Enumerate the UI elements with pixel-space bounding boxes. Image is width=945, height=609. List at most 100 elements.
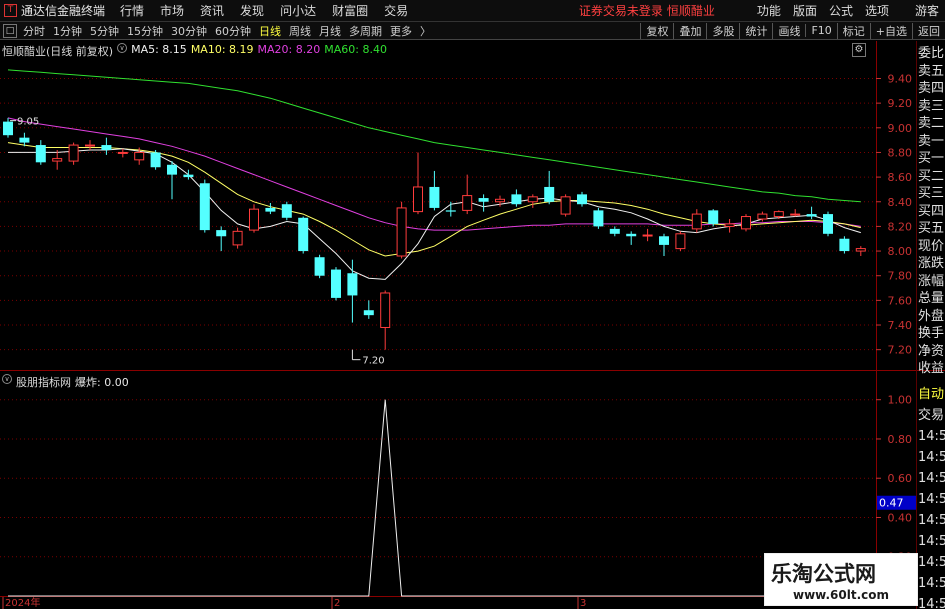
candle-body-down bbox=[609, 228, 620, 234]
high-price-label: 9.05 bbox=[17, 117, 39, 128]
quote-label-earnings: 收益 bbox=[918, 361, 945, 376]
candle-body-up bbox=[675, 233, 686, 250]
tab-15min[interactable]: 15分钟 bbox=[123, 23, 167, 39]
tab-intraday[interactable]: 分时 bbox=[19, 23, 49, 39]
tool-mark[interactable]: 标记 bbox=[836, 22, 870, 39]
candle-body-up bbox=[134, 151, 145, 161]
candle-body-down bbox=[199, 183, 210, 231]
quote-label-sell3: 卖三 bbox=[918, 98, 945, 114]
tool-statistics[interactable]: 统计 bbox=[739, 22, 772, 39]
menu-options[interactable]: 选项 bbox=[859, 2, 895, 19]
menu-functions[interactable]: 功能 bbox=[751, 2, 787, 19]
candle-body-up bbox=[413, 186, 423, 213]
candle-body-down bbox=[544, 186, 555, 202]
tool-f10[interactable]: F10 bbox=[805, 24, 836, 37]
legend-ma10: MA10: 8.19 bbox=[190, 43, 254, 56]
legend-ma60: MA60: 8.40 bbox=[324, 43, 387, 56]
date-axis-label: 3 bbox=[580, 598, 586, 609]
candle-body-down bbox=[150, 152, 161, 168]
candle-body-up bbox=[560, 196, 571, 215]
period-tab-bar: □ 分时 1分钟 5分钟 15分钟 30分钟 60分钟 日线 周线 月线 多周期… bbox=[0, 22, 945, 40]
tab-multi-period[interactable]: 多周期 bbox=[345, 23, 386, 39]
menu-market[interactable]: 市场 bbox=[152, 2, 192, 19]
tool-multi-stock[interactable]: 多股 bbox=[706, 22, 739, 39]
price-axis-label: 7.40 bbox=[888, 319, 913, 332]
panel-toggle-button[interactable]: □ bbox=[3, 23, 17, 38]
tab-monthly[interactable]: 月线 bbox=[315, 23, 345, 39]
quote-label-sell2: 卖二 bbox=[918, 116, 945, 131]
candle-body-up bbox=[52, 158, 63, 162]
candle-body-up bbox=[396, 207, 407, 257]
candle-body-down bbox=[101, 145, 112, 150]
indicator-axis-label: 0.60 bbox=[888, 472, 913, 485]
guest-user[interactable]: 游客 bbox=[895, 2, 945, 19]
quote-label-turnover: 换手 bbox=[918, 326, 945, 341]
indicator-cursor-value: 0.47 bbox=[879, 497, 904, 510]
tab-60min[interactable]: 60分钟 bbox=[211, 23, 255, 39]
quote-label-buy1: 买一 bbox=[918, 151, 945, 166]
candle-body-down bbox=[511, 194, 522, 205]
quote-label-buy3: 买三 bbox=[918, 186, 945, 201]
low-price-label: 7.20 bbox=[362, 356, 384, 367]
menu-quotes[interactable]: 行情 bbox=[112, 2, 152, 19]
price-axis-label: 7.80 bbox=[888, 270, 913, 283]
menu-ask[interactable]: 问小达 bbox=[272, 2, 324, 19]
date-axis-label: 2 bbox=[334, 598, 340, 609]
current-stock-name: 恒顺醋业 bbox=[666, 4, 715, 18]
candle-body-down bbox=[478, 198, 489, 202]
candle-body-down bbox=[298, 217, 309, 252]
menu-news[interactable]: 资讯 bbox=[192, 2, 232, 19]
app-logo: T 通达信金融终端 bbox=[0, 2, 112, 19]
tool-back[interactable]: 返回 bbox=[912, 22, 945, 39]
trade-time: 14:56 bbox=[918, 513, 945, 528]
menu-wealth[interactable]: 财富圈 bbox=[324, 2, 376, 19]
candle-body-up bbox=[790, 213, 801, 216]
menu-formula[interactable]: 公式 bbox=[823, 2, 859, 19]
candle-body-down bbox=[708, 210, 719, 224]
candle-body-down bbox=[823, 214, 833, 234]
menu-layout[interactable]: 版面 bbox=[787, 2, 823, 19]
tool-overlay[interactable]: 叠加 bbox=[673, 22, 706, 39]
candle-body-up bbox=[855, 248, 866, 252]
indicator-legend-value: 爆炸: 0.00 bbox=[75, 376, 129, 389]
candle-body-down bbox=[445, 210, 456, 212]
candle-body-up bbox=[691, 213, 702, 230]
trade-label: 交易 bbox=[918, 408, 945, 423]
watermark-title: 乐淘公式网 bbox=[771, 562, 876, 586]
indicator-legend-toggle-icon[interactable]: ∨ bbox=[2, 374, 12, 384]
menu-discover[interactable]: 发现 bbox=[232, 2, 272, 19]
menu-trade[interactable]: 交易 bbox=[376, 2, 416, 19]
legend-ma20: MA20: 8.20 bbox=[257, 43, 321, 56]
trade-panel: 自动 交易 14:56 14:56 14:56 14:56 14:56 14:5… bbox=[918, 384, 945, 609]
quote-label-buy2: 买二 bbox=[918, 168, 945, 184]
indicator-legend-title: 股朋指标网 bbox=[16, 376, 71, 389]
kline-chart[interactable]: 9.05 7.20 9.40 9.20 9.00 8.80 8.60 8.40 8.20 8.0… bbox=[0, 41, 945, 609]
settings-gear-icon[interactable]: ⚙ bbox=[852, 43, 866, 57]
trade-time: 14:56 bbox=[918, 492, 945, 507]
legend-ma5: MA5: 8.15 bbox=[131, 43, 187, 56]
tool-add-watchlist[interactable]: +自选 bbox=[869, 22, 912, 39]
tab-5min[interactable]: 5分钟 bbox=[86, 23, 123, 39]
tool-adjust[interactable]: 复权 bbox=[640, 22, 673, 39]
main-legend-toggle-icon[interactable]: ∨ bbox=[117, 43, 128, 53]
tab-weekly[interactable]: 周线 bbox=[285, 23, 315, 39]
quote-label-change: 涨跌 bbox=[918, 256, 945, 271]
candle-body-down bbox=[659, 236, 669, 245]
tool-draw-line[interactable]: 画线 bbox=[772, 22, 805, 39]
trade-time: 14:56 bbox=[918, 576, 945, 591]
candle-body-down bbox=[577, 194, 587, 205]
price-axis-label: 9.40 bbox=[888, 72, 913, 85]
tab-daily[interactable]: 日线 bbox=[255, 23, 285, 39]
price-axis-label: 8.20 bbox=[888, 220, 913, 233]
more-chevron-icon[interactable]: 〉 bbox=[416, 23, 435, 39]
trade-login-status[interactable]: 证券交易未登录 bbox=[579, 2, 667, 19]
price-axis-label: 7.60 bbox=[888, 294, 913, 307]
tab-more[interactable]: 更多 bbox=[386, 23, 416, 39]
tab-30min[interactable]: 30分钟 bbox=[167, 23, 211, 39]
tab-1min[interactable]: 1分钟 bbox=[49, 23, 86, 39]
trade-auto-label[interactable]: 自动 bbox=[918, 384, 945, 405]
candle-body-down bbox=[806, 214, 817, 217]
candle-body-down bbox=[314, 257, 325, 276]
price-axis-label: 8.60 bbox=[888, 171, 913, 184]
candle-body-down bbox=[183, 174, 194, 178]
